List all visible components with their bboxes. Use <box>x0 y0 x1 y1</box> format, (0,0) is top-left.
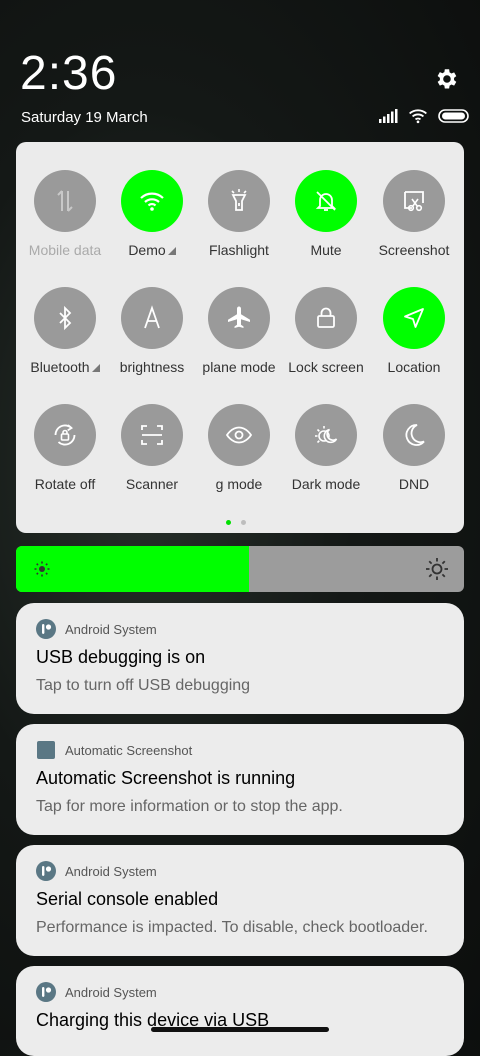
app-square-icon <box>36 740 56 760</box>
notification-title: USB debugging is on <box>36 647 206 667</box>
tile-toggle[interactable] <box>295 287 357 349</box>
notification-card[interactable]: Android System USB debugging is on Tap to … <box>16 603 464 714</box>
tile-dnd[interactable]: DND <box>370 404 458 492</box>
tile-label: Demo <box>108 242 196 258</box>
tile-brightness[interactable]: brightness <box>108 287 196 375</box>
tile-toggle[interactable] <box>121 287 183 349</box>
tile-mute[interactable]: Mute <box>282 170 370 258</box>
dark-mode-icon <box>312 421 340 449</box>
signal-icon <box>378 109 398 128</box>
tile-rotate-off[interactable]: Rotate off <box>21 404 109 492</box>
tile-plane-mode[interactable]: plane mode <box>195 287 283 375</box>
bluetooth-icon <box>51 304 79 332</box>
notification-app-row: Android System <box>36 861 157 881</box>
tile-label: plane mode <box>202 359 276 375</box>
location-icon <box>400 304 428 332</box>
mobile-data-icon <box>51 187 79 215</box>
notification-body: Tap to turn off USB debugging <box>36 677 251 694</box>
flashlight-icon <box>225 187 253 215</box>
airplane-icon <box>225 304 253 332</box>
notification-title: Automatic Screenshot is running <box>36 768 296 788</box>
tile-screenshot[interactable]: Screenshot <box>370 170 458 258</box>
tile-toggle[interactable] <box>383 170 445 232</box>
settings-gear-icon[interactable] <box>433 66 459 92</box>
tile-label: DND <box>398 476 430 492</box>
brightness-low-icon <box>33 560 51 583</box>
tile-toggle[interactable] <box>121 404 183 466</box>
notification-body: Tap for more information or to stop the … <box>36 798 343 815</box>
tile-toggle[interactable] <box>208 287 270 349</box>
notification-title: Serial console enabled <box>36 889 219 909</box>
notification-body: Performance is impacted. To disable, che… <box>36 919 428 936</box>
tile-dark-mode[interactable]: Dark mode <box>282 404 370 492</box>
tile-toggle[interactable] <box>383 287 445 349</box>
moon-icon <box>400 421 428 449</box>
page-dot <box>241 520 246 525</box>
scanner-icon <box>138 421 166 449</box>
tile-toggle[interactable] <box>208 404 270 466</box>
tile-scanner[interactable]: Scanner <box>108 404 196 492</box>
eye-icon <box>225 421 253 449</box>
brightness-slider[interactable] <box>16 546 464 592</box>
battery-icon <box>438 109 470 128</box>
tile-flashlight[interactable]: Flashlight <box>195 170 283 258</box>
notification-card[interactable]: Automatic Screenshot Automatic Screenshot… <box>16 724 464 835</box>
tile-label: Rotate off <box>34 476 96 492</box>
tile-label: g mode <box>215 476 263 492</box>
lock-icon <box>312 304 340 332</box>
tile-label: brightness <box>119 359 185 375</box>
tile-lock-screen[interactable]: Lock screen <box>282 287 370 375</box>
tile-label: Location <box>387 359 441 375</box>
expand-triangle-icon[interactable] <box>91 364 100 372</box>
tile-label: Mute <box>310 242 342 258</box>
date: Saturday 19 March <box>21 109 148 126</box>
tile-toggle[interactable] <box>34 287 96 349</box>
tile-toggle[interactable] <box>295 404 357 466</box>
notification-app-name: Android System <box>65 621 157 637</box>
auto-brightness-icon <box>138 304 166 332</box>
notification-card[interactable]: Android System Serial console enabled Perf… <box>16 845 464 956</box>
tile-mobile-data[interactable]: Mobile data <box>21 170 109 258</box>
page-dot <box>226 520 231 525</box>
brightness-high-icon <box>425 557 449 586</box>
tile-label: Bluetooth <box>21 359 109 375</box>
screenshot-icon <box>400 187 428 215</box>
tile-label: Flashlight <box>209 242 269 258</box>
android-system-icon <box>36 982 56 1002</box>
tile-toggle[interactable] <box>383 404 445 466</box>
notification-app-name: Android System <box>65 984 157 1000</box>
tile-toggle[interactable] <box>208 170 270 232</box>
tile-toggle[interactable] <box>295 170 357 232</box>
wifi-status-icon <box>408 108 428 129</box>
tile-label: Mobile data <box>28 242 102 258</box>
tile-bluetooth[interactable]: Bluetooth <box>21 287 109 375</box>
notification-app-row: Android System <box>36 982 157 1002</box>
status-icons <box>378 108 470 129</box>
notification-app-row: Android System <box>36 619 157 639</box>
tile-toggle[interactable] <box>34 170 96 232</box>
tile-g-mode[interactable]: g mode <box>195 404 283 492</box>
notification-card[interactable]: Android System Charging this device via U… <box>16 966 464 1056</box>
clock: 2:36 <box>20 47 118 100</box>
notification-app-row: Automatic Screenshot <box>36 740 192 760</box>
expand-triangle-icon[interactable] <box>167 247 176 255</box>
tile-label: Dark mode <box>291 476 361 492</box>
tile-label: Scanner <box>125 476 179 492</box>
android-system-icon <box>36 861 56 881</box>
notification-app-name: Automatic Screenshot <box>65 742 193 758</box>
bell-off-icon <box>312 187 340 215</box>
wifi-icon <box>138 187 166 215</box>
rotate-lock-icon <box>51 421 79 449</box>
tile-toggle[interactable] <box>121 170 183 232</box>
home-gesture-bar[interactable] <box>151 1027 329 1032</box>
tile-toggle[interactable] <box>34 404 96 466</box>
page-indicator <box>226 520 246 525</box>
tile-label: Screenshot <box>378 242 450 258</box>
tile-location[interactable]: Location <box>370 287 458 375</box>
tile-demo[interactable]: Demo <box>108 170 196 258</box>
tile-label: Lock screen <box>288 359 364 375</box>
android-system-icon <box>36 619 56 639</box>
notification-app-name: Android System <box>65 863 157 879</box>
